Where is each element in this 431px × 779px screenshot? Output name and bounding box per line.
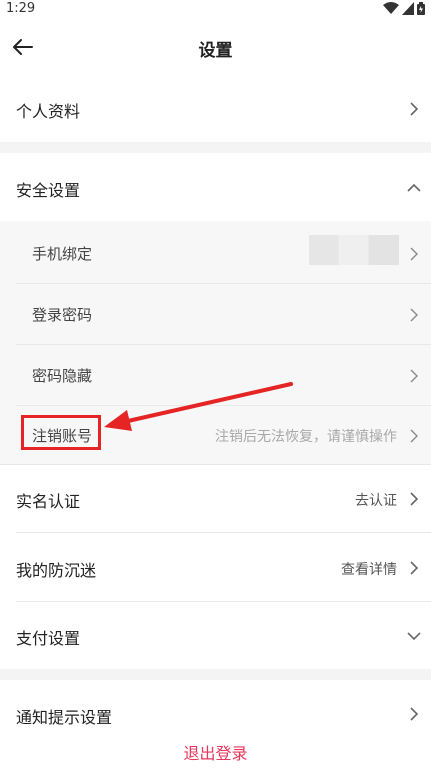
chevron-right-icon <box>410 492 419 506</box>
chevron-right-icon <box>410 308 418 322</box>
real-name-value: 去认证 <box>355 493 397 509</box>
nav-bar: 设置 <box>0 20 431 76</box>
chevron-up-icon <box>407 183 421 192</box>
chevron-right-icon <box>410 247 418 261</box>
notification-settings-row[interactable]: 通知提示设置 <box>0 680 431 728</box>
password-hiding-label: 密码隐藏 <box>32 367 93 385</box>
real-name-row[interactable]: 实名认证 去认证 <box>0 465 431 532</box>
status-time: 1:29 <box>6 1 36 16</box>
password-hiding-row[interactable]: 密码隐藏 <box>0 345 431 405</box>
profile-label: 个人资料 <box>16 102 81 121</box>
signal-icon <box>402 2 414 15</box>
blurred-phone-number <box>309 235 399 265</box>
profile-row[interactable]: 个人资料 <box>0 76 431 142</box>
annotation-highlight-box <box>21 415 101 450</box>
security-settings-row[interactable]: 安全设置 <box>0 153 431 221</box>
status-icons <box>383 2 425 15</box>
security-settings-label: 安全设置 <box>16 181 81 200</box>
section-gap <box>0 142 431 153</box>
chevron-right-icon <box>410 429 418 443</box>
wifi-icon <box>383 2 399 14</box>
anti-addiction-label: 我的防沉迷 <box>16 561 97 580</box>
login-password-row[interactable]: 登录密码 <box>0 284 431 344</box>
anti-addiction-value: 查看详情 <box>341 562 397 578</box>
payment-settings-label: 支付设置 <box>16 629 81 648</box>
chevron-right-icon <box>410 561 419 575</box>
payment-settings-row[interactable]: 支付设置 <box>0 602 431 669</box>
chevron-right-icon <box>410 102 419 116</box>
section-gap <box>0 669 431 680</box>
chevron-right-icon <box>410 369 418 383</box>
phone-binding-label: 手机绑定 <box>32 245 93 263</box>
chevron-right-icon <box>410 707 419 721</box>
chevron-down-icon <box>407 632 421 641</box>
phone-binding-row[interactable]: 手机绑定 <box>0 223 431 283</box>
notification-settings-label: 通知提示设置 <box>16 708 113 727</box>
real-name-label: 实名认证 <box>16 492 81 511</box>
login-password-label: 登录密码 <box>32 306 93 324</box>
battery-icon <box>417 2 425 15</box>
anti-addiction-row[interactable]: 我的防沉迷 查看详情 <box>0 533 431 601</box>
status-bar: 1:29 <box>0 0 431 20</box>
page-title: 设置 <box>198 41 233 61</box>
logout-button[interactable]: 退出登录 <box>0 728 431 779</box>
cancel-account-hint: 注销后无法恢复，请谨慎操作 <box>215 429 397 445</box>
